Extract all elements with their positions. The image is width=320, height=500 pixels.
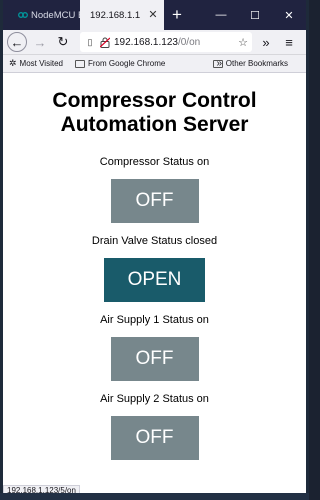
overflow-chevron-icon[interactable]: » (256, 32, 276, 52)
window-controls: — ☐ ✕ (204, 0, 306, 30)
tab-bar: NodeMCU ESP 192.168.1.1 ✕ + — ☐ ✕ (3, 0, 306, 30)
page-title: Compressor Control Automation Server (3, 89, 306, 137)
menu-hamburger-icon[interactable]: ≡ (279, 32, 299, 52)
bookmark-most-visited[interactable]: ✲ Most Visited (9, 58, 63, 69)
maximize-button[interactable]: ☐ (238, 0, 272, 30)
folder-icon (212, 59, 223, 68)
bookmark-other[interactable]: Other Bookmarks (212, 59, 288, 68)
tab-active[interactable]: 192.168.1.1 ✕ (80, 0, 164, 30)
page-content: Compressor Control Automation Server Com… (3, 89, 306, 460)
url-bar[interactable]: ▯ 192.168.1.123/0/on ☆ (80, 32, 252, 52)
drain-valve-toggle-button[interactable]: OPEN (104, 258, 205, 302)
bookmark-label: Other Bookmarks (225, 59, 288, 68)
bookmarks-bar: ✲ Most Visited From Google Chrome » Othe… (3, 55, 306, 73)
bookmark-label: Most Visited (19, 59, 63, 68)
close-window-button[interactable]: ✕ (272, 0, 306, 30)
air-supply-2-status: Air Supply 2 Status on (100, 393, 209, 405)
bookmark-from-google-chrome[interactable]: From Google Chrome (74, 59, 166, 68)
link-status-bar: 192.168.1.123/5/on (3, 485, 80, 493)
compressor-status: Compressor Status on (99, 156, 210, 168)
insecure-lock-icon[interactable] (99, 36, 111, 48)
navigation-bar: ← → ↻ ▯ 192.168.1.123/0/on ☆ » ≡ (3, 30, 306, 55)
tab-nodemcu[interactable]: NodeMCU ESP (3, 0, 80, 30)
drain-valve-status: Drain Valve Status closed (91, 235, 218, 247)
compressor-toggle-button[interactable]: OFF (110, 179, 199, 223)
title-line-1: Compressor Control (52, 89, 257, 112)
folder-icon (74, 59, 85, 68)
air-supply-1-toggle-button[interactable]: OFF (110, 337, 199, 381)
gear-icon: ✲ (9, 58, 17, 68)
air-supply-2-toggle-button[interactable]: OFF (110, 416, 199, 460)
arduino-favicon-icon (18, 12, 28, 18)
url-host: 192.168.1.123 (114, 36, 178, 48)
new-tab-button[interactable]: + (164, 0, 190, 30)
tab-label: 192.168.1.1 (90, 9, 141, 21)
tab-label: NodeMCU ESP (31, 9, 80, 21)
back-button[interactable]: ← (7, 32, 27, 52)
bookmark-star-icon[interactable]: ☆ (238, 36, 248, 49)
desktop-background-bottom (0, 493, 309, 500)
browser-window: NodeMCU ESP 192.168.1.1 ✕ + — ☐ ✕ ← → ↻ … (3, 0, 306, 493)
close-tab-icon[interactable]: ✕ (147, 9, 159, 21)
title-line-2: Automation Server (60, 113, 249, 136)
url-path: /0/on (177, 36, 201, 48)
air-supply-1-status: Air Supply 1 Status on (100, 314, 209, 326)
bookmark-label: From Google Chrome (87, 59, 166, 68)
minimize-button[interactable]: — (204, 0, 238, 30)
forward-button[interactable]: → (30, 32, 50, 52)
page-icon: ▯ (87, 36, 93, 47)
desktop-background-right (306, 0, 309, 500)
reload-button[interactable]: ↻ (53, 32, 73, 52)
